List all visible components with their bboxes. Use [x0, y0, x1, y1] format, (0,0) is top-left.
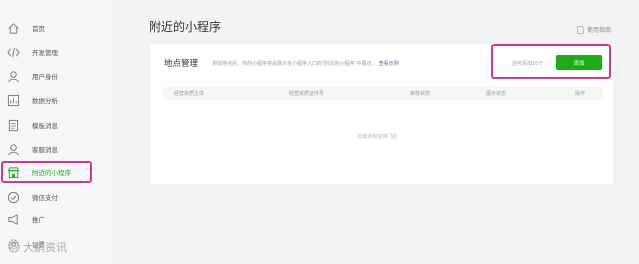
sidebar-item-template[interactable]: 模板消息	[0, 114, 112, 136]
sidebar-item-label: 微信支付	[32, 194, 58, 202]
sidebar-item-promotion[interactable]: 推广	[0, 208, 112, 230]
card-description: 添加地点后，你的小程序将会展示在小程序入口的"附近的小程序"中展示。 查看示例	[212, 60, 399, 67]
megaphone-icon	[6, 212, 20, 226]
sidebar-item-label: 开发管理	[32, 49, 58, 57]
quota-text: 还可添加10个	[512, 61, 544, 67]
code-icon	[6, 45, 20, 59]
page-title: 附近的小程序	[149, 20, 222, 34]
empty-state-text: 尚未添加任何门店	[357, 134, 398, 140]
description-text: 添加地点后，你的小程序将会展示在小程序入口的"附近的小程序"中展示。	[212, 61, 377, 67]
support-icon	[6, 142, 20, 156]
view-example-link[interactable]: 查看示例	[379, 61, 399, 67]
user-icon	[6, 69, 20, 83]
document-icon	[6, 118, 20, 132]
card-title: 地点管理	[164, 59, 199, 69]
sidebar-item-label: 首页	[32, 25, 45, 33]
column-header: 操作	[575, 91, 586, 97]
sidebar-item-label: 客服消息	[32, 146, 58, 154]
chart-icon	[6, 93, 20, 107]
column-header: 审核状态	[410, 91, 431, 97]
payment-icon	[6, 190, 20, 204]
watermark-logo-icon	[8, 241, 20, 253]
column-header: 经营资质主体	[174, 91, 205, 97]
watermark: 大鹏资讯	[8, 239, 67, 255]
usage-guide-link[interactable]: 使用指南	[577, 25, 611, 34]
watermark-text: 大鹏资讯	[23, 241, 67, 254]
sidebar-item-payment[interactable]: 微信支付	[0, 186, 112, 208]
sidebar-item-home[interactable]: 首页	[0, 17, 112, 39]
sidebar-item-label: 用户身份	[32, 73, 58, 81]
add-location-button[interactable]: 添加	[556, 55, 602, 70]
sidebar-item-identity[interactable]: 用户身份	[0, 65, 112, 87]
sidebar-item-label: 数据分析	[32, 97, 58, 105]
sidebar-item-dev[interactable]: 开发管理	[0, 41, 112, 63]
home-icon	[6, 21, 20, 35]
document-icon	[577, 25, 584, 34]
sidebar-item-customer-service[interactable]: 客服消息	[0, 138, 112, 160]
sidebar-item-label: 推广	[32, 216, 45, 224]
sidebar-item-analytics[interactable]: 数据分析	[0, 89, 112, 111]
column-header: 展示状态	[486, 91, 507, 97]
sidebar: 首页 开发管理 用户身份 数据分析 模板消息 客服消息 附近的小程序 微信支付 …	[0, 0, 112, 264]
table-header: 经营资质主体 经营资质证件号 审核状态 展示状态 操作	[163, 87, 603, 100]
usage-guide-label: 使用指南	[587, 27, 612, 34]
nearby-item-highlight	[1, 161, 92, 183]
column-header: 经营资质证件号	[289, 91, 325, 97]
sidebar-item-label: 模板消息	[32, 122, 58, 130]
